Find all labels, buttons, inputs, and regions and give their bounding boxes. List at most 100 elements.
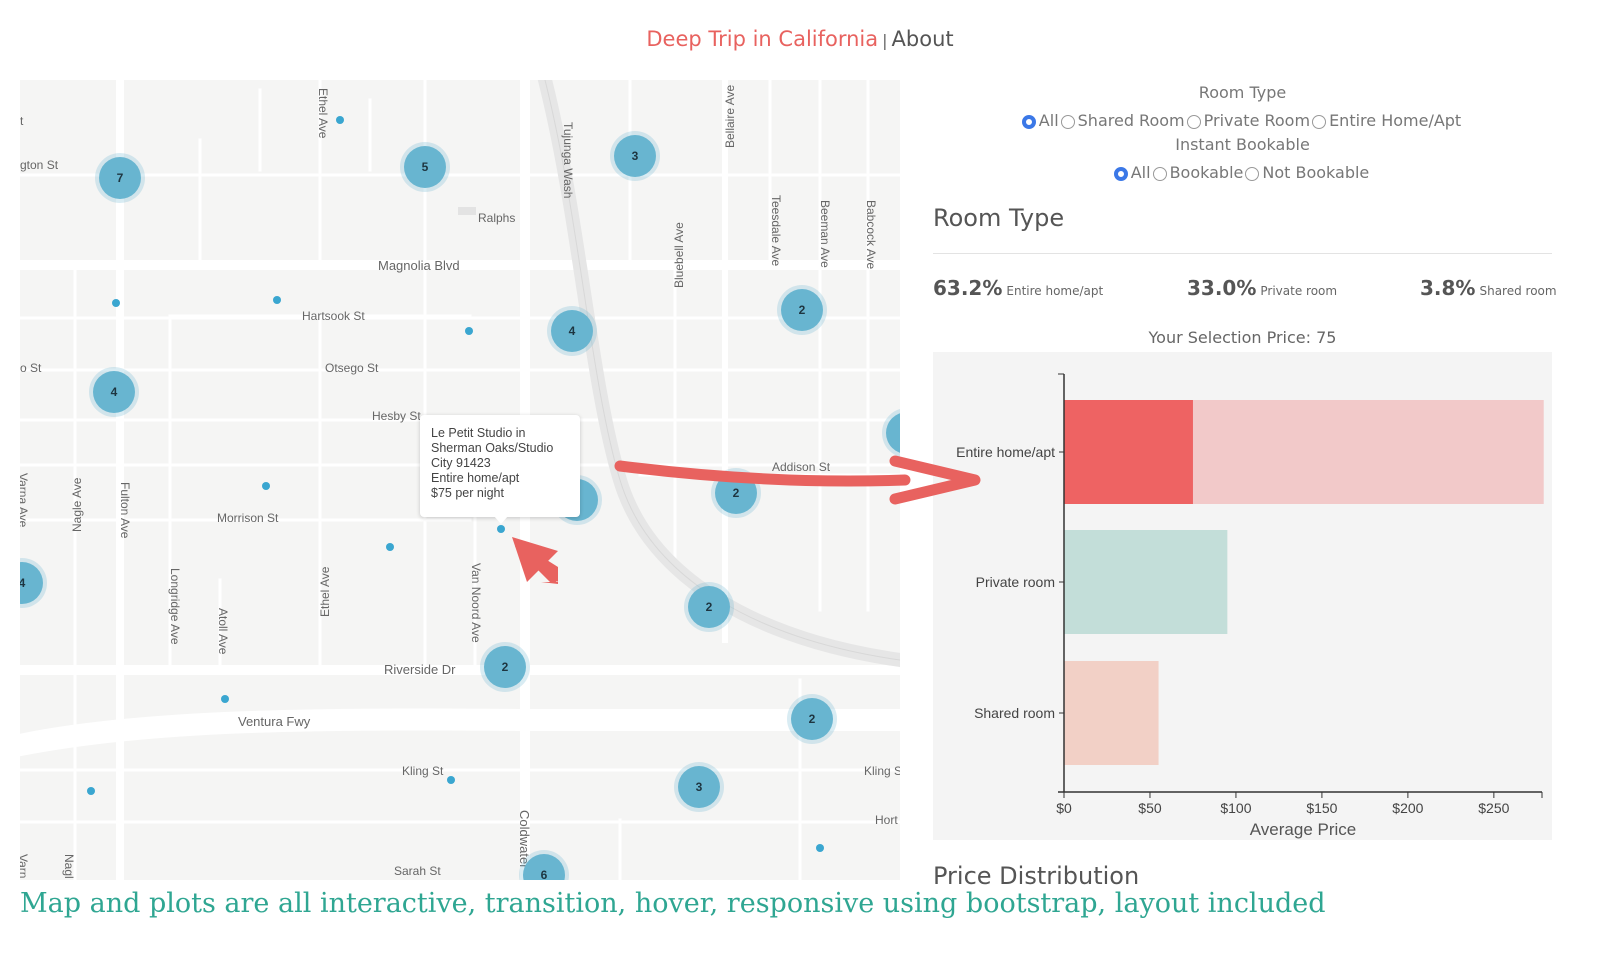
x-tick-label: $150 xyxy=(1306,800,1337,816)
room-type-title: Room Type xyxy=(933,204,1065,232)
popup-line: Entire home/apt xyxy=(431,471,520,485)
x-axis-label: Average Price xyxy=(1250,820,1356,839)
stat-label: Shared room xyxy=(1479,284,1557,298)
listing-dot[interactable] xyxy=(336,116,344,124)
stat-pct: 33.0% xyxy=(1187,276,1257,300)
caption: Map and plots are all interactive, trans… xyxy=(20,888,1326,919)
street-label: Fulton Ave xyxy=(118,482,132,539)
stat-label: Private room xyxy=(1260,284,1338,298)
listing-dot[interactable] xyxy=(262,482,270,490)
listing-dot[interactable] xyxy=(273,296,281,304)
listing-cluster[interactable]: 5 xyxy=(404,146,446,188)
room-type-filter: All Shared Room Private Room Entire Home… xyxy=(930,108,1555,134)
room-type-filter-label: Room Type xyxy=(1198,83,1287,102)
street-label: Ethel Ave xyxy=(316,88,330,139)
selection-price: Your Selection Price: 75 xyxy=(1148,328,1337,347)
y-tick-label: Private room xyxy=(976,574,1055,590)
listing-cluster[interactable]: 2 xyxy=(715,472,757,514)
about-link[interactable]: About xyxy=(892,27,954,51)
listing-dot[interactable] xyxy=(386,543,394,551)
listing-cluster[interactable]: 3 xyxy=(614,135,656,177)
listings-map[interactable]: Ethel Ave Tujunga Wash Bellaire Ave Tees… xyxy=(20,80,900,880)
street-label: Bellaire Ave xyxy=(723,84,737,148)
y-tick-label: Shared room xyxy=(974,705,1055,721)
listing-cluster[interactable]: 2 xyxy=(688,586,730,628)
listing-dot[interactable] xyxy=(447,776,455,784)
stat-entire-home: 63.2% Entire home/apt xyxy=(933,276,1103,300)
popup-line: Le Petit Studio in xyxy=(431,426,526,440)
radio-label: All xyxy=(1130,163,1151,182)
street-label: Varn xyxy=(20,854,30,879)
x-tick-label: $0 xyxy=(1056,800,1072,816)
listing-dot[interactable] xyxy=(221,695,229,703)
listing-popup: Le Petit Studio in Sherman Oaks/Studio C… xyxy=(420,415,580,517)
header-separator: | xyxy=(882,31,888,50)
listing-cluster[interactable]: 4 xyxy=(93,371,135,413)
street-label: Tujunga Wash xyxy=(561,122,575,199)
listing-cluster[interactable]: 7 xyxy=(99,157,141,199)
street-label: Nagle Ave xyxy=(70,477,84,533)
street-label: Riverside Dr xyxy=(384,662,456,677)
popup-line: Sherman Oaks/Studio xyxy=(431,441,554,455)
listing-cluster[interactable]: 2 xyxy=(791,698,833,740)
street-label: Nagl xyxy=(62,854,76,879)
listing-dot[interactable] xyxy=(465,327,473,335)
x-tick-label: $100 xyxy=(1220,800,1251,816)
radio-label: Shared Room xyxy=(1077,111,1185,130)
street-label: gton St xyxy=(20,158,59,172)
radio-entire-home[interactable] xyxy=(1312,115,1327,129)
street-label: Kling S xyxy=(864,764,900,778)
filters-panel: Room Type All Shared Room Private Room E… xyxy=(930,82,1555,186)
listing-dot[interactable] xyxy=(87,787,95,795)
listing-cluster[interactable]: 2 xyxy=(781,289,823,331)
radio-not-bookable[interactable] xyxy=(1245,167,1260,181)
street-label: Longridge Ave xyxy=(168,568,182,645)
listing-dot[interactable] xyxy=(112,299,120,307)
radio-all-bookable[interactable] xyxy=(1113,167,1128,181)
radio-label: Bookable xyxy=(1169,163,1244,182)
listing-dot-selected[interactable] xyxy=(497,525,505,533)
divider xyxy=(933,253,1552,254)
popup-tip xyxy=(494,516,508,524)
bar-selection xyxy=(1064,400,1193,504)
street-label: Addison St xyxy=(772,460,831,474)
listing-dot[interactable] xyxy=(816,844,824,852)
street-label: Van Noord Ave xyxy=(469,563,483,643)
x-tick-label: $50 xyxy=(1138,800,1162,816)
street-label: Bluebell Ave xyxy=(672,222,686,288)
street-label: Magnolia Blvd xyxy=(378,258,460,273)
radio-shared-room[interactable] xyxy=(1060,115,1075,129)
price-distribution-title: Price Distribution xyxy=(933,862,1140,890)
stat-pct: 63.2% xyxy=(933,276,1003,300)
room-type-price-chart[interactable]: Entire home/apt Private room Shared room $0… xyxy=(933,352,1552,840)
radio-all-room[interactable] xyxy=(1021,115,1036,129)
radio-label: Private Room xyxy=(1203,111,1311,130)
radio-private-room[interactable] xyxy=(1186,115,1201,129)
street-label: Babcock Ave xyxy=(864,200,878,270)
street-label: Morrison St xyxy=(217,511,279,525)
bar-private-room xyxy=(1064,530,1228,634)
street-label: Hesby St xyxy=(372,409,421,423)
radio-label: Not Bookable xyxy=(1262,163,1370,182)
radio-bookable[interactable] xyxy=(1152,167,1167,181)
street-label: Hort xyxy=(875,813,898,827)
bookable-filter-label: Instant Bookable xyxy=(1175,135,1310,154)
street-label: t xyxy=(20,114,24,128)
street-label: Beeman Ave xyxy=(818,200,832,268)
popup-line: City 91423 xyxy=(431,456,491,470)
radio-label: Entire Home/Apt xyxy=(1329,111,1462,130)
street-label: Otsego St xyxy=(325,361,379,375)
street-label: Atoll Ave xyxy=(216,608,230,655)
x-tick-label: $200 xyxy=(1392,800,1423,816)
popup-line: $75 per night xyxy=(431,486,504,500)
listing-cluster[interactable]: 2 xyxy=(484,646,526,688)
chart-svg: Entire home/apt Private room Shared room $0… xyxy=(956,373,1544,839)
listing-cluster[interactable]: 3 xyxy=(678,766,720,808)
app-header: Deep Trip in California | About xyxy=(0,27,1600,51)
street-label: o St xyxy=(20,361,42,375)
street-label: Varna Ave xyxy=(20,473,30,528)
bar-shared-room xyxy=(1064,661,1159,765)
brand-link[interactable]: Deep Trip in California xyxy=(646,27,878,51)
listing-cluster[interactable]: 4 xyxy=(551,310,593,352)
stat-private-room: 33.0% Private room xyxy=(1187,276,1337,300)
